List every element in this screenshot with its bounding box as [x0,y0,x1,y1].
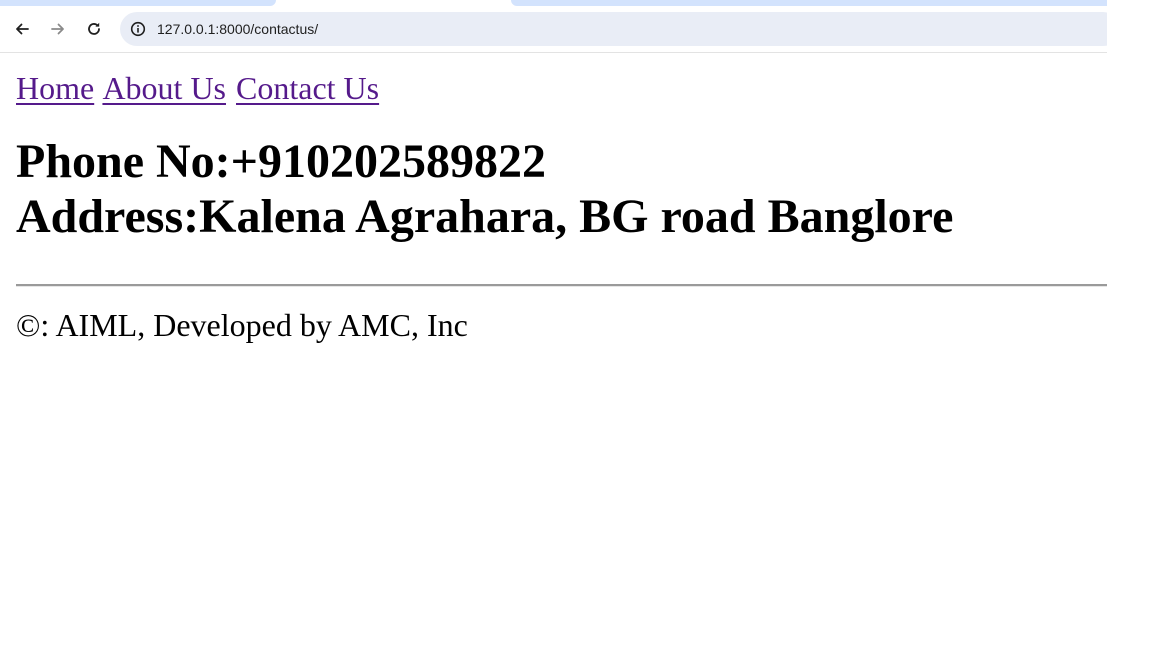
contact-heading: Phone No:+910202589822 Address:Kalena Ag… [16,134,1107,244]
browser-toolbar: 127.0.0.1:8000/contactus/ [0,7,1120,53]
nav-link-home[interactable]: Home [16,70,94,106]
footer-divider [16,284,1107,287]
info-icon [130,21,146,37]
phone-number: Phone No:+910202589822 [16,135,547,188]
site-nav: Home About Us Contact Us [16,69,1107,107]
tab-strip [0,0,1107,7]
site-info-button[interactable] [127,18,149,40]
page-content: Home About Us Contact Us Phone No:+91020… [0,53,1107,344]
address-bar[interactable]: 127.0.0.1:8000/contactus/ [120,12,1120,46]
back-button[interactable] [9,16,35,42]
reload-icon [88,22,100,35]
nav-link-about-us[interactable]: About Us [102,70,226,106]
arrow-left-icon [16,23,29,35]
reload-button[interactable] [81,16,107,42]
tab-inactive-edge[interactable] [511,0,1107,6]
window-margin [1107,0,1152,648]
footer-copyright: ©: AIML, Developed by AMC, Inc [16,307,468,343]
nav-link-contact-us[interactable]: Contact Us [236,70,379,106]
arrow-right-icon [51,23,64,35]
address: Address:Kalena Agrahara, BG road Banglor… [16,190,954,243]
tab-active-edge[interactable] [0,0,276,6]
forward-button[interactable] [45,16,71,42]
url-text[interactable]: 127.0.0.1:8000/contactus/ [157,12,318,46]
browser-window: 127.0.0.1:8000/contactus/ Home About Us … [0,0,1120,648]
